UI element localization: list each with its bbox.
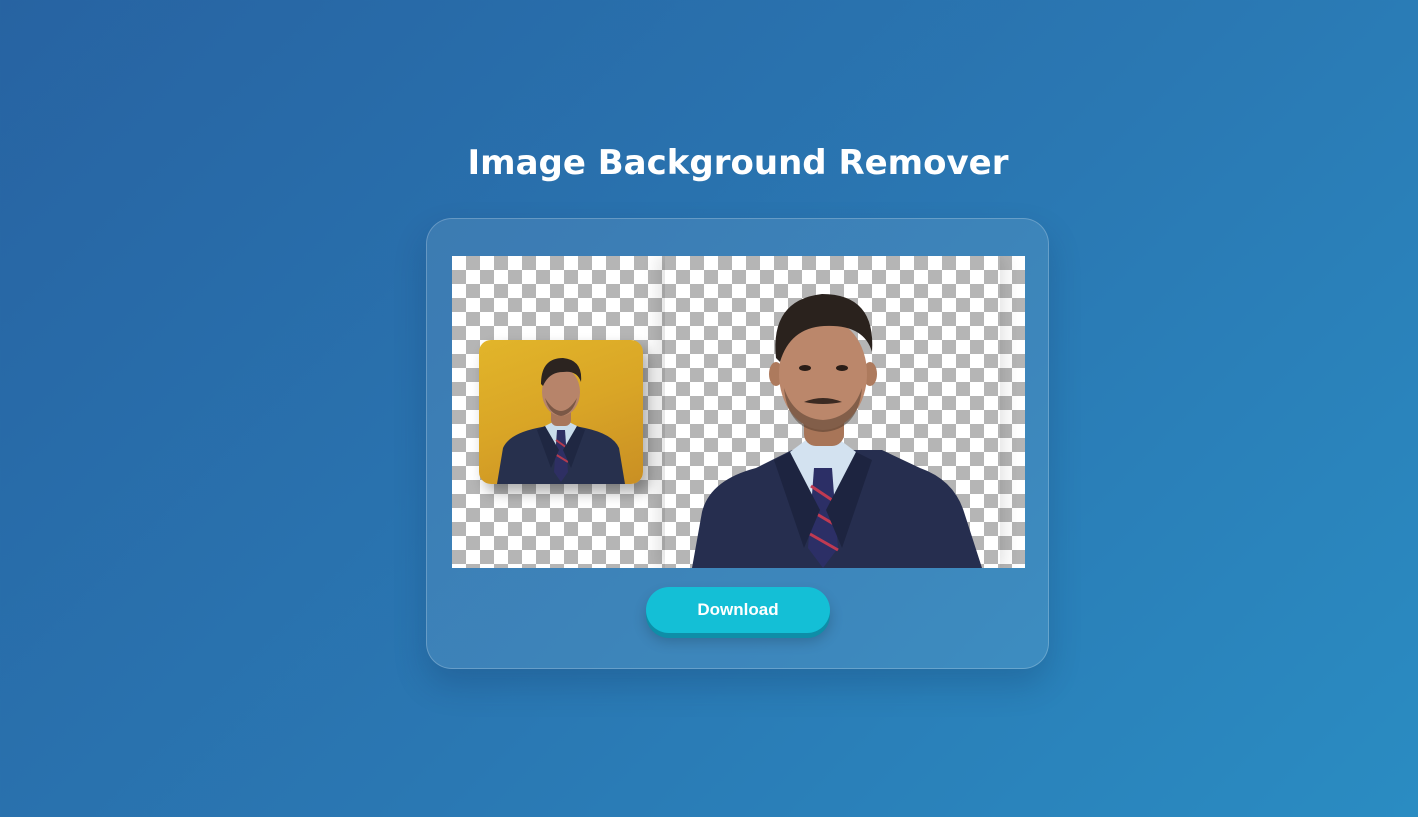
app-background: { "page": { "title": "Image Background R… bbox=[0, 0, 1418, 817]
editor-card: Download bbox=[426, 218, 1049, 669]
person-portrait-thumbnail-icon bbox=[497, 358, 625, 484]
page-title: Image Background Remover bbox=[467, 143, 1009, 183]
original-image-thumbnail[interactable] bbox=[479, 340, 643, 484]
download-button[interactable]: Download bbox=[646, 587, 830, 633]
result-canvas-checkerboard bbox=[452, 256, 1025, 568]
person-portrait-result-icon bbox=[692, 294, 982, 568]
